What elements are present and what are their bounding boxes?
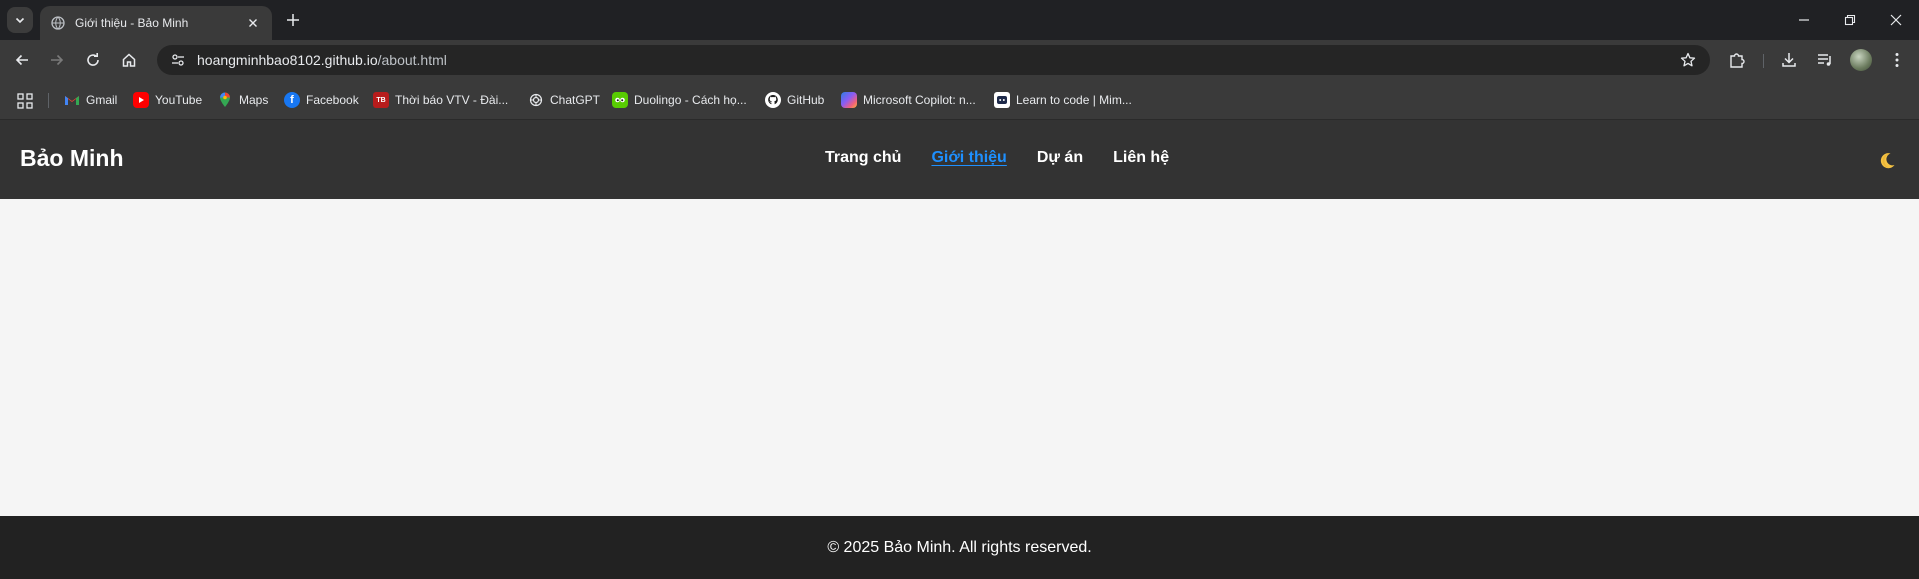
bookmark-label: ChatGPT <box>550 93 601 107</box>
bookmark-maps[interactable]: Maps <box>211 89 274 111</box>
bookmark-mimo[interactable]: Learn to code | Mim... <box>988 89 1138 111</box>
apps-grid-icon[interactable] <box>16 92 34 110</box>
maps-icon <box>217 92 233 108</box>
bookmark-label: Duolingo - Cách họ... <box>634 93 747 107</box>
bookmarks-divider <box>48 93 49 108</box>
url-path: /about.html <box>377 52 447 68</box>
bookmark-facebook[interactable]: f Facebook <box>278 89 365 111</box>
nav-link-contact[interactable]: Liên hệ <box>1113 149 1169 167</box>
close-icon[interactable] <box>244 14 262 32</box>
copilot-icon <box>841 92 857 108</box>
close-icon <box>1890 14 1902 26</box>
bookmark-label: Gmail <box>86 93 118 107</box>
browser-menu-button[interactable] <box>1883 46 1911 74</box>
url-text: hoangminhbao8102.github.io/about.html <box>197 52 447 68</box>
mimo-icon <box>994 92 1010 108</box>
bookmark-vtv[interactable]: TB Thời báo VTV - Đài... <box>367 89 514 111</box>
bookmark-label: YouTube <box>155 93 203 107</box>
page-content <box>0 199 1919 516</box>
tab-title: Giới thiệu - Bảo Minh <box>75 16 189 30</box>
close-window-button[interactable] <box>1873 0 1919 40</box>
download-icon <box>1782 53 1796 67</box>
bookmark-label: Learn to code | Mim... <box>1016 93 1132 107</box>
url-host: hoangminhbao8102.github.io <box>197 52 378 68</box>
site-footer: © 2025 Bảo Minh. All rights reserved. <box>0 516 1919 579</box>
browser-tabstrip: Giới thiệu - Bảo Minh <box>0 0 1919 40</box>
facebook-icon: f <box>284 92 300 108</box>
tab-search-button[interactable] <box>7 7 33 33</box>
globe-icon <box>50 15 66 31</box>
moon-icon <box>1880 153 1895 169</box>
reload-button[interactable] <box>79 46 107 74</box>
youtube-icon <box>133 92 149 108</box>
bookmark-label: GitHub <box>787 93 825 107</box>
bookmark-label: Maps <box>239 93 269 107</box>
home-button[interactable] <box>115 46 143 74</box>
bookmark-copilot[interactable]: Microsoft Copilot: n... <box>835 89 982 111</box>
site-header: Bảo Minh Trang chủ Giới thiệu Dự án Liên… <box>0 120 1919 199</box>
bookmark-gmail[interactable]: Gmail <box>58 89 123 111</box>
bookmark-chatgpt[interactable]: ChatGPT <box>522 89 606 111</box>
chevron-down-icon <box>15 17 25 24</box>
profile-avatar[interactable] <box>1850 49 1872 71</box>
github-icon <box>765 92 781 108</box>
nav-link-projects[interactable]: Dự án <box>1037 149 1083 167</box>
duolingo-icon <box>612 92 628 108</box>
more-vert-icon <box>1895 53 1899 67</box>
bookmark-label: Thời báo VTV - Đài... <box>395 93 509 107</box>
new-tab-button[interactable] <box>282 9 304 31</box>
reload-icon <box>87 53 99 66</box>
browser-toolbar: hoangminhbao8102.github.io/about.html <box>0 40 1919 80</box>
extensions-button[interactable] <box>1723 46 1751 74</box>
bookmark-label: Microsoft Copilot: n... <box>863 93 976 107</box>
media-controls-button[interactable] <box>1811 46 1839 74</box>
chatgpt-icon <box>528 92 544 108</box>
bookmark-duolingo[interactable]: Duolingo - Cách họ... <box>606 89 753 111</box>
active-tab[interactable]: Giới thiệu - Bảo Minh <box>40 6 272 40</box>
arrow-right-icon <box>51 54 64 66</box>
toolbar-divider <box>1763 54 1764 68</box>
site-brand[interactable]: Bảo Minh <box>20 145 124 172</box>
bookmarks-bar: Gmail YouTube Maps f Facebook TB Thời bá… <box>0 80 1919 120</box>
bookmark-label: Facebook <box>306 93 359 107</box>
footer-copyright: © 2025 Bảo Minh. All rights reserved. <box>827 538 1092 556</box>
restore-icon <box>1844 14 1856 26</box>
minimize-icon <box>1799 19 1809 21</box>
arrow-left-icon <box>15 54 28 66</box>
home-icon <box>122 53 136 67</box>
restore-button[interactable] <box>1827 0 1873 40</box>
nav-link-home[interactable]: Trang chủ <box>825 149 901 167</box>
back-button[interactable] <box>8 46 36 74</box>
bookmark-github[interactable]: GitHub <box>759 89 830 111</box>
gmail-icon <box>64 92 80 108</box>
site-info-icon[interactable] <box>167 49 189 71</box>
vtv-icon: TB <box>373 92 389 108</box>
puzzle-icon <box>1730 53 1745 68</box>
theme-toggle-button[interactable] <box>1876 150 1898 172</box>
minimize-button[interactable] <box>1781 0 1827 40</box>
nav-link-about[interactable]: Giới thiệu <box>931 149 1006 167</box>
star-icon[interactable] <box>1678 50 1698 70</box>
site-nav: Trang chủ Giới thiệu Dự án Liên hệ <box>825 149 1199 167</box>
plus-icon <box>287 14 299 26</box>
forward-button[interactable] <box>43 46 71 74</box>
downloads-button[interactable] <box>1775 46 1803 74</box>
bookmark-youtube[interactable]: YouTube <box>127 89 208 111</box>
address-bar[interactable]: hoangminhbao8102.github.io/about.html <box>157 45 1710 75</box>
queue-music-icon <box>1818 54 1831 66</box>
